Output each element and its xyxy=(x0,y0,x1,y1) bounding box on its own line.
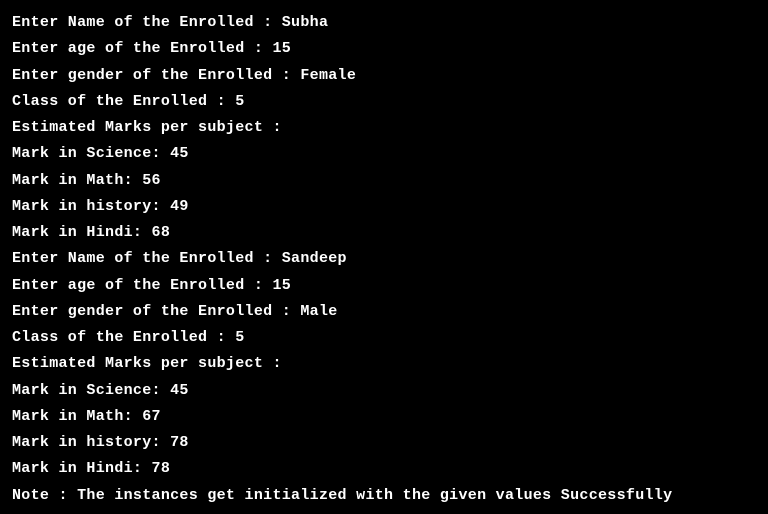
terminal-line: Enter age of the Enrolled : 15 xyxy=(12,36,756,62)
terminal-line: Mark in Math: 67 xyxy=(12,404,756,430)
terminal-line: Enter age of the Enrolled : 15 xyxy=(12,273,756,299)
terminal-line: Note : The instances get initialized wit… xyxy=(12,483,756,509)
terminal-line: Mark in Math: 56 xyxy=(12,168,756,194)
terminal-line: Enter gender of the Enrolled : Female xyxy=(12,63,756,89)
terminal-line: Enter gender of the Enrolled : Male xyxy=(12,299,756,325)
terminal-line: Enter Name of the Enrolled : Subha xyxy=(12,10,756,36)
terminal-line: Mark in Hindi: 68 xyxy=(12,220,756,246)
terminal-line: Mark in Science: 45 xyxy=(12,378,756,404)
terminal-line: Estimated Marks per subject : xyxy=(12,351,756,377)
terminal-line: Mark in history: 49 xyxy=(12,194,756,220)
terminal-line: Class of the Enrolled : 5 xyxy=(12,89,756,115)
terminal-line: Class of the Enrolled : 5 xyxy=(12,325,756,351)
terminal-line: Mark in Hindi: 78 xyxy=(12,456,756,482)
terminal-line: Estimated Marks per subject : xyxy=(12,115,756,141)
terminal-line: Enter Name of the Enrolled : Sandeep xyxy=(12,246,756,272)
terminal-line: Mark in history: 78 xyxy=(12,430,756,456)
terminal-line: Mark in Science: 45 xyxy=(12,141,756,167)
